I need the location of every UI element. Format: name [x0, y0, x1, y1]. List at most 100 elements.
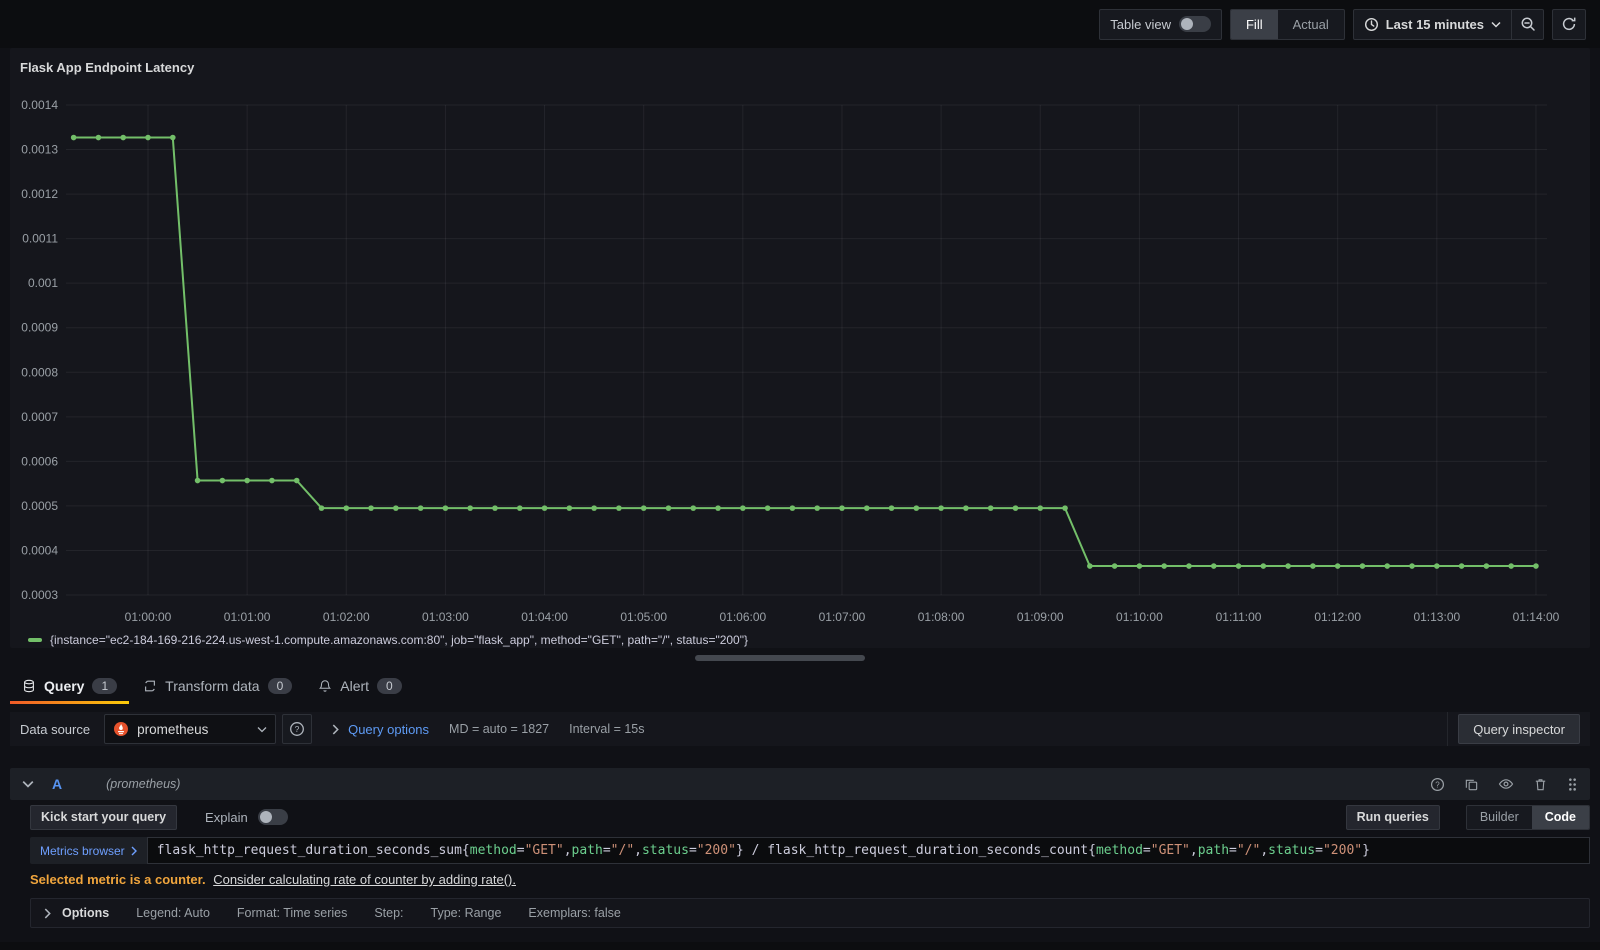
svg-text:01:10:00: 01:10:00	[1116, 610, 1163, 624]
promql-query-text: flask_http_request_duration_seconds_sum{…	[156, 843, 1370, 858]
query-options-toggle[interactable]: Query options	[332, 722, 429, 737]
pane-splitter	[0, 648, 1600, 668]
zoom-out-icon	[1520, 16, 1536, 32]
query-toolbar: Kick start your query Explain Run querie…	[30, 804, 1590, 830]
svg-text:01:02:00: 01:02:00	[323, 610, 370, 624]
tab-query-badge: 1	[92, 678, 118, 694]
tab-alert-badge: 0	[377, 678, 402, 694]
latency-chart[interactable]: 0.0014 0.0013 0.0012 0.0011 0.001 0.0009 0.000…	[10, 80, 1590, 632]
datasource-name: prometheus	[137, 721, 209, 737]
promql-code-input[interactable]: flask_http_request_duration_seconds_sum{…	[146, 837, 1590, 864]
svg-text:01:06:00: 01:06:00	[719, 610, 766, 624]
run-queries-button[interactable]: Run queries	[1345, 804, 1440, 830]
divider	[1447, 712, 1449, 746]
builder-code-group: Builder Code	[1465, 804, 1590, 830]
datasource-select[interactable]: prometheus	[104, 714, 277, 744]
collapse-chevron-icon[interactable]	[22, 780, 34, 788]
svg-text:01:04:00: 01:04:00	[521, 610, 568, 624]
metrics-browser-button[interactable]: Metrics browser	[30, 837, 147, 864]
clock-icon	[1364, 17, 1379, 32]
top-toolbar: Table view Fill Actual Last 15 minutes	[0, 0, 1600, 48]
tab-transform-data[interactable]: Transform data 0	[131, 668, 304, 704]
svg-text:0.0014: 0.0014	[21, 98, 58, 112]
timeseries-panel: Flask App Endpoint Latency 0.0014 0.0013 0…	[10, 48, 1590, 648]
drag-handle-icon[interactable]	[1567, 777, 1578, 792]
query-inspector-button[interactable]: Query inspector	[1458, 714, 1580, 744]
chevron-right-icon	[332, 724, 339, 735]
database-icon	[22, 679, 36, 693]
builder-mode-button[interactable]: Builder	[1467, 806, 1532, 829]
trash-icon[interactable]	[1533, 777, 1548, 792]
warning-rate-link[interactable]: Consider calculating rate of counter by …	[213, 872, 516, 887]
query-editor-row: Metrics browser flask_http_request_durat…	[30, 837, 1590, 864]
query-datasource-hint: (prometheus)	[106, 777, 181, 791]
refresh-button[interactable]	[1552, 8, 1586, 40]
svg-text:0.0007: 0.0007	[21, 410, 58, 424]
tab-query-label: Query	[44, 678, 85, 694]
svg-text:01:12:00: 01:12:00	[1314, 610, 1361, 624]
options-label: Options	[62, 906, 110, 920]
explain-toggle[interactable]	[257, 809, 288, 825]
option-exemplars: Exemplars: false	[528, 906, 621, 920]
chevron-right-icon	[131, 846, 137, 856]
time-range-label: Last 15 minutes	[1385, 16, 1484, 32]
code-mode-button[interactable]: Code	[1531, 805, 1589, 829]
svg-text:01:05:00: 01:05:00	[620, 610, 667, 624]
svg-text:0.001: 0.001	[28, 276, 58, 290]
bottom-strip	[0, 942, 1600, 950]
svg-text:01:01:00: 01:01:00	[224, 610, 271, 624]
time-picker-group: Last 15 minutes	[1352, 8, 1544, 40]
query-row-header[interactable]: A (prometheus) ?	[10, 768, 1590, 800]
query-options-collapsed-row[interactable]: Options Legend: Auto Format: Time series…	[30, 898, 1590, 928]
tab-alert[interactable]: Alert 0	[306, 668, 413, 704]
panel-title: Flask App Endpoint Latency	[20, 60, 195, 75]
eye-icon[interactable]	[1498, 776, 1514, 792]
tab-transform-label: Transform data	[165, 678, 260, 694]
max-datapoints-text: MD = auto = 1827	[449, 722, 550, 736]
fill-button[interactable]: Fill	[1230, 9, 1278, 39]
svg-text:0.0005: 0.0005	[21, 499, 58, 513]
query-row-actions: ?	[1430, 776, 1578, 792]
table-view-toggle[interactable]	[1178, 16, 1211, 32]
option-step: Step:	[374, 906, 404, 920]
chevron-down-icon	[257, 726, 267, 733]
chart-legend[interactable]: {instance="ec2-184-169-216-224.us-west-1…	[28, 632, 1590, 648]
tab-transform-badge: 0	[267, 678, 293, 694]
query-help-icon[interactable]: ?	[1430, 777, 1445, 792]
actual-button[interactable]: Actual	[1278, 10, 1344, 39]
chevron-right-icon[interactable]	[44, 908, 51, 919]
time-range-button[interactable]: Last 15 minutes	[1354, 10, 1511, 39]
svg-text:01:13:00: 01:13:00	[1413, 610, 1460, 624]
svg-text:0.0011: 0.0011	[22, 232, 58, 246]
datasource-help-button[interactable]: ?	[282, 714, 313, 744]
option-type: Type: Range	[430, 906, 502, 920]
svg-text:0.0009: 0.0009	[21, 321, 58, 335]
svg-text:0.0006: 0.0006	[21, 454, 58, 468]
duplicate-query-icon[interactable]	[1464, 777, 1479, 792]
legend-series-swatch	[28, 638, 42, 642]
explain-control: Explain	[205, 809, 288, 825]
zoom-out-button[interactable]	[1511, 9, 1543, 39]
option-legend: Legend: Auto	[136, 906, 210, 920]
editor-tabs: Query 1 Transform data 0 Alert 0	[10, 668, 1600, 704]
svg-text:01:14:00: 01:14:00	[1513, 610, 1560, 624]
table-view-label: Table view	[1110, 16, 1171, 32]
query-options-label: Query options	[348, 721, 430, 737]
kick-start-query-button[interactable]: Kick start your query	[30, 804, 178, 830]
tab-query[interactable]: Query 1	[10, 668, 130, 704]
interval-text: Interval = 15s	[569, 722, 645, 736]
svg-text:01:03:00: 01:03:00	[422, 610, 469, 624]
bell-icon	[318, 679, 332, 693]
svg-text:0.0008: 0.0008	[21, 365, 58, 379]
svg-text:01:08:00: 01:08:00	[918, 610, 965, 624]
counter-warning-row: Selected metric is a counter. Consider c…	[30, 872, 1590, 887]
svg-text:01:07:00: 01:07:00	[819, 610, 866, 624]
metrics-browser-label: Metrics browser	[40, 843, 125, 858]
tab-alert-label: Alert	[340, 678, 370, 694]
warning-text: Selected metric is a counter.	[30, 872, 206, 887]
svg-text:?: ?	[295, 724, 300, 734]
option-format: Format: Time series	[236, 906, 348, 920]
svg-text:0.0003: 0.0003	[21, 588, 58, 602]
splitter-drag-handle[interactable]	[695, 655, 865, 661]
prometheus-icon	[113, 721, 129, 737]
